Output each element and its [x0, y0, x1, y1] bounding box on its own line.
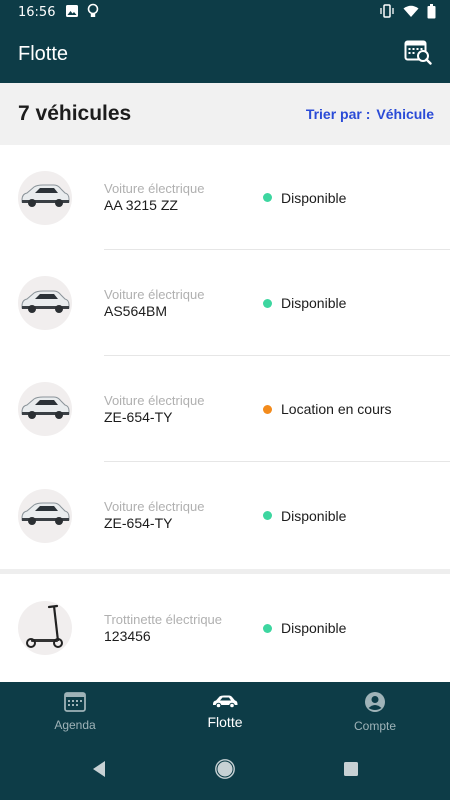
- status-dot: [263, 623, 272, 633]
- vehicle-plate: AA 3215 ZZ: [104, 197, 178, 213]
- account-icon: [364, 691, 386, 716]
- vehicle-info: Voiture électrique AS564BM: [104, 287, 204, 320]
- vehicle-thumbnail: [18, 488, 72, 543]
- car-icon: [18, 392, 72, 427]
- sort-value: Véhicule: [376, 106, 434, 122]
- vehicle-row[interactable]: Voiture électrique ZE-654-TY Location en…: [0, 356, 450, 462]
- status-label: Disponible: [281, 189, 347, 206]
- car-icon: [18, 180, 72, 215]
- sort-label: Trier par :: [305, 106, 371, 122]
- app-bar: Flotte: [0, 25, 450, 83]
- vehicle-status: Disponible: [263, 295, 346, 311]
- vehicle-plate: ZE-654-TY: [104, 515, 173, 531]
- status-dot: [263, 193, 272, 202]
- status-dot: [263, 404, 272, 414]
- vehicle-status: Disponible: [263, 508, 346, 524]
- vehicle-plate: 123456: [104, 627, 151, 644]
- vehicle-info: Voiture électrique ZE-654-TY: [104, 393, 204, 426]
- recents-square-icon: [343, 761, 359, 782]
- vehicle-type: Voiture électrique: [104, 286, 205, 302]
- car-icon: [18, 286, 72, 321]
- vehicle-info: Voiture électrique AA 3215 ZZ: [104, 181, 204, 214]
- bottom-nav: Agenda Flotte Compte: [0, 682, 450, 742]
- vehicle-count-bar: 7 véhicules Trier par : Véhicule: [0, 83, 450, 145]
- vehicle-type: Trottinette électrique: [104, 611, 223, 627]
- vehicle-row[interactable]: Voiture électrique AA 3215 ZZ Disponible: [0, 145, 450, 250]
- nav-item-flotte[interactable]: Flotte: [150, 682, 300, 742]
- wifi-icon: [403, 5, 419, 21]
- vehicle-status: Location en cours: [263, 401, 392, 417]
- status-left-icons: [65, 3, 99, 22]
- recents-button[interactable]: [337, 757, 365, 785]
- home-circle-icon: [215, 758, 235, 784]
- vehicle-list: Voiture électrique AA 3215 ZZ Disponible…: [0, 145, 450, 682]
- vehicle-plate: ZE-654-TY: [104, 408, 173, 425]
- scooter-icon: [25, 603, 65, 654]
- status-label: Location en cours: [281, 401, 392, 417]
- car-icon: [211, 694, 239, 711]
- status-label: Disponible: [281, 620, 347, 636]
- nav-label-flotte: Flotte: [207, 714, 243, 730]
- nav-item-compte[interactable]: Compte: [300, 682, 450, 742]
- battery-icon: [427, 3, 436, 22]
- image-notification-icon: [65, 4, 79, 21]
- vibrate-icon: [379, 4, 395, 21]
- status-right-icons: [379, 3, 436, 22]
- status-label: Disponible: [281, 295, 347, 311]
- vehicle-type: Voiture électrique: [104, 499, 205, 514]
- calendar-search-icon: [404, 39, 432, 70]
- nav-label-agenda: Agenda: [54, 718, 96, 732]
- page-title: Flotte: [18, 42, 69, 65]
- calendar-search-button[interactable]: [402, 38, 434, 70]
- vehicle-count: 7 véhicules: [18, 102, 132, 125]
- vehicle-info: Trottinette électrique 123456: [104, 612, 222, 645]
- car-icon: [18, 498, 72, 533]
- vehicle-type: Voiture électrique: [104, 181, 205, 196]
- nav-label-compte: Compte: [353, 719, 397, 733]
- status-label: Disponible: [281, 507, 347, 524]
- vehicle-thumbnail: [18, 276, 72, 330]
- status-time: 16:56: [18, 5, 56, 20]
- nav-item-agenda[interactable]: Agenda: [0, 682, 150, 742]
- vehicle-info: Voiture électrique ZE-654-TY: [104, 499, 204, 532]
- vehicle-type: Voiture électrique: [104, 392, 205, 408]
- vehicle-thumbnail: [18, 382, 72, 436]
- vehicle-status: Disponible: [263, 620, 346, 636]
- vehicle-status: Disponible: [263, 190, 346, 206]
- vehicle-row[interactable]: Voiture électrique AS564BM Disponible: [0, 250, 450, 356]
- home-button[interactable]: [211, 757, 239, 785]
- system-nav-bar: [0, 742, 450, 800]
- status-dot: [263, 511, 272, 520]
- vehicle-row[interactable]: Voiture électrique ZE-654-TY Disponible: [0, 462, 450, 569]
- calendar-icon: [64, 692, 86, 715]
- back-button[interactable]: [85, 757, 113, 785]
- status-bar: 16:56: [0, 0, 450, 25]
- lightbulb-icon: [87, 3, 99, 22]
- vehicle-plate: AS564BM: [104, 302, 168, 319]
- vehicle-row[interactable]: Trottinette électrique 123456 Disponible: [0, 574, 450, 682]
- status-dot: [263, 298, 272, 308]
- sort-control[interactable]: Trier par : Véhicule: [306, 106, 434, 122]
- back-triangle-icon: [91, 760, 107, 783]
- vehicle-thumbnail: [18, 601, 72, 655]
- vehicle-thumbnail: [18, 170, 72, 225]
